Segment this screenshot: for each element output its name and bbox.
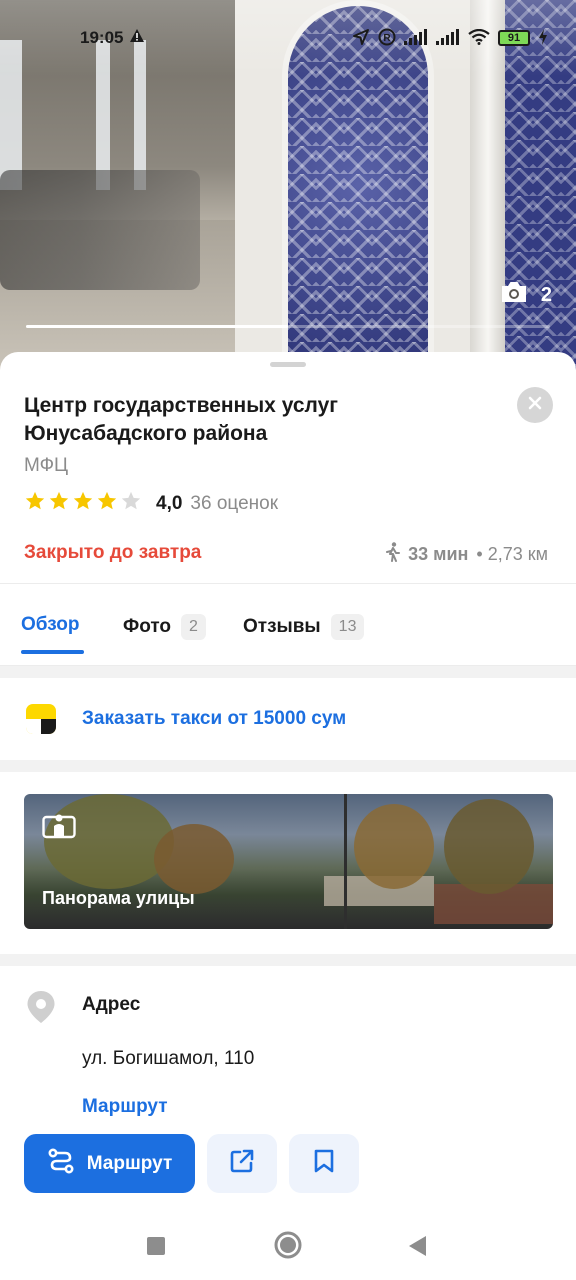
section-separator — [0, 954, 576, 966]
tab-badge: 13 — [330, 614, 365, 640]
close-icon — [528, 396, 542, 415]
action-bar: Маршрут — [0, 1134, 576, 1194]
yandex-taxi-icon — [26, 704, 56, 734]
tab-active-indicator — [21, 650, 84, 654]
tab-reviews[interactable]: Отзывы 13 — [243, 614, 365, 640]
tab-label: Обзор — [21, 614, 80, 635]
section-separator — [0, 666, 576, 678]
address-section: Адрес ул. Богишамол, 110 Маршрут — [0, 966, 576, 1118]
place-category: МФЦ — [24, 455, 69, 476]
taxi-order-row[interactable]: Заказать такси от 15000 сум — [0, 678, 576, 760]
star-icon — [120, 490, 142, 517]
star-icon — [24, 490, 46, 517]
star-icon — [48, 490, 70, 517]
photo-progress-track — [26, 325, 550, 328]
rating-stars — [24, 490, 142, 517]
camera-icon — [499, 280, 529, 310]
hours-status: Закрыто до завтра — [24, 542, 202, 563]
system-navigation-bar — [0, 1210, 576, 1280]
route-button[interactable]: Маршрут — [24, 1134, 195, 1193]
address-heading: Адрес — [82, 994, 141, 1015]
sheet-grabber[interactable] — [270, 362, 306, 367]
tab-overview[interactable]: Обзор — [21, 614, 79, 636]
rating-value: 4,0 — [156, 492, 183, 514]
share-button[interactable] — [207, 1134, 277, 1193]
address-value[interactable]: ул. Богишамол, 110 — [82, 1048, 254, 1070]
tab-label: Отзывы — [243, 616, 321, 637]
photo-count: 2 — [540, 283, 552, 306]
status-bar: 19:05 R 91 — [0, 0, 576, 76]
rating-row[interactable]: 4,0 36 оценок — [24, 490, 278, 517]
rating-count: 36 оценок — [190, 492, 279, 514]
triangle-back-icon — [406, 1236, 428, 1261]
star-icon — [72, 490, 94, 517]
photo-people — [0, 170, 200, 290]
wifi-icon — [468, 28, 490, 48]
address-route-link[interactable]: Маршрут — [82, 1096, 168, 1118]
photo-counter: 2 — [499, 280, 552, 310]
recent-apps-button[interactable] — [146, 1236, 166, 1261]
svg-text:R: R — [383, 33, 391, 44]
tab-badge: 2 — [181, 614, 206, 640]
signal-icon — [404, 28, 428, 48]
close-button[interactable] — [517, 387, 553, 423]
panorama-tree — [354, 804, 434, 889]
location-pin-icon — [26, 990, 56, 1029]
status-time: 19:05 — [80, 28, 124, 47]
registered-icon: R — [378, 28, 396, 49]
tab-bar: Обзор Фото 2 Отзывы 13 — [0, 584, 576, 666]
taxi-order-link[interactable]: Заказать такси от 15000 сум — [82, 708, 346, 730]
tab-label: Фото — [123, 616, 172, 637]
place-card: Центр государственных услуг Юнусабадског… — [0, 352, 576, 1280]
bookmark-button[interactable] — [289, 1134, 359, 1193]
place-title: Центр государственных услуг Юнусабадског… — [24, 394, 339, 445]
star-icon — [96, 490, 118, 517]
back-button[interactable] — [406, 1235, 428, 1262]
panorama-icon — [42, 812, 76, 847]
warning-icon — [129, 28, 145, 48]
place-photo[interactable]: 19:05 R 91 2 — [0, 0, 576, 370]
tab-photos[interactable]: Фото 2 — [123, 614, 206, 640]
bookmark-icon — [313, 1148, 335, 1179]
distance-value: • 2,73 км — [476, 544, 548, 564]
walking-icon — [386, 542, 401, 567]
panorama-tree — [154, 824, 234, 894]
share-icon — [229, 1148, 255, 1179]
panorama-label: Панорама улицы — [42, 888, 195, 908]
street-panorama[interactable]: Панорама улицы — [24, 794, 553, 929]
route-button-label: Маршрут — [86, 1152, 173, 1174]
charging-icon — [538, 28, 548, 48]
battery-icon: 91 — [498, 30, 530, 46]
walk-time: 33 мин — [408, 544, 469, 564]
section-separator — [0, 760, 576, 772]
circle-icon — [274, 1231, 302, 1263]
location-arrow-icon — [352, 28, 370, 49]
photo-progress-fill — [26, 325, 288, 328]
home-button[interactable] — [274, 1231, 302, 1264]
panorama-pole — [344, 794, 347, 929]
square-icon — [146, 1237, 166, 1260]
walk-distance: 33 мин • 2,73 км — [386, 542, 548, 567]
panorama-tree — [444, 799, 534, 894]
route-icon — [47, 1147, 75, 1181]
signal-icon — [436, 28, 460, 48]
